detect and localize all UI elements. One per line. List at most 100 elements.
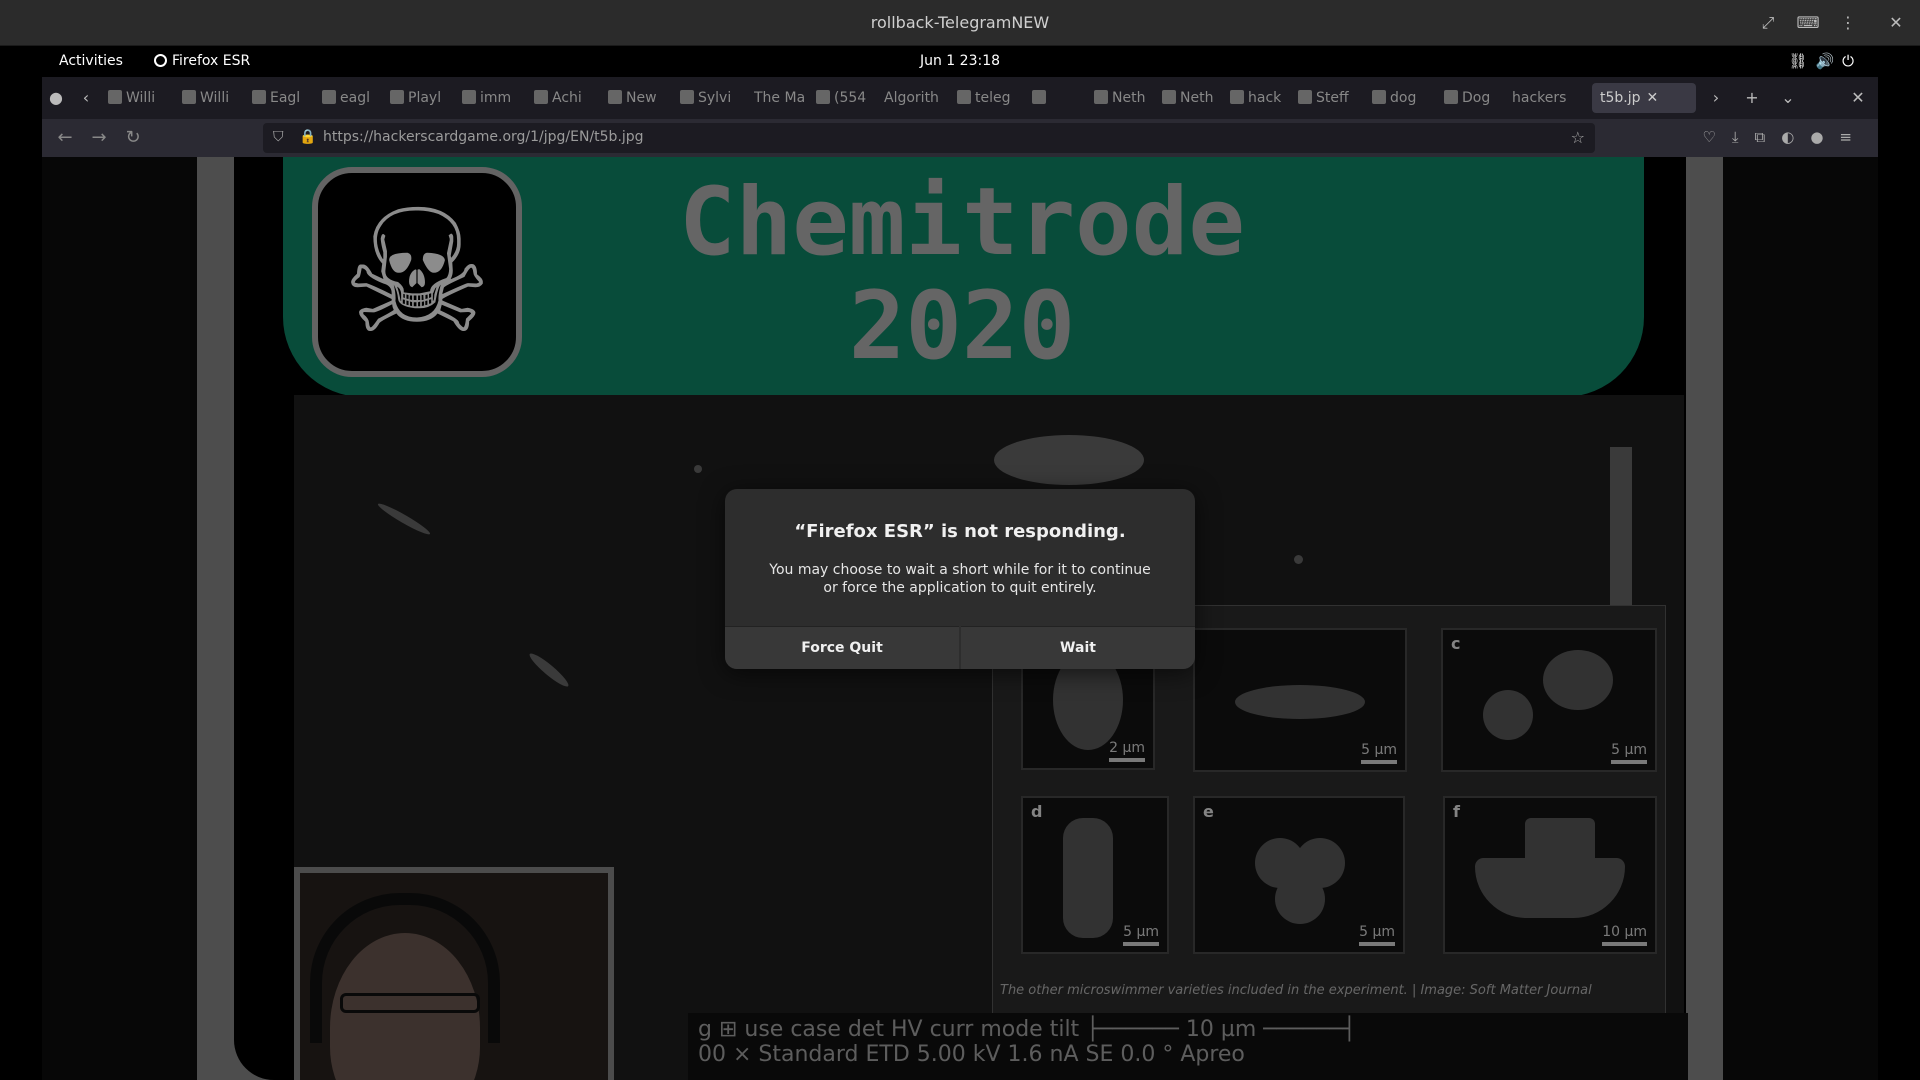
browser-tab[interactable]: imm: [462, 83, 530, 113]
scroll-tabs-left-icon[interactable]: ‹: [72, 83, 100, 113]
browser-tab[interactable]: Sylvi: [680, 83, 750, 113]
google-icon: [1372, 90, 1386, 104]
browser-tab[interactable]: hack: [1230, 83, 1294, 113]
dialog-title: “Firefox ESR” is not responding.: [794, 521, 1126, 542]
browser-tab[interactable]: Willi: [108, 83, 174, 113]
pocket-icon[interactable]: ♡: [1702, 128, 1731, 146]
tab-label: dog: [1390, 90, 1417, 106]
dialog-message: You may choose to wait a short while for…: [769, 562, 1151, 596]
tab-strip: ● ‹ Willi Willi Eagl eagl Playl imm Achi New Syl…: [42, 77, 1878, 119]
keyboard-icon[interactable]: ⌨: [1794, 10, 1822, 36]
browser-tab[interactable]: The Ma: [754, 83, 812, 113]
tab-label: Playl: [408, 90, 442, 106]
url-text[interactable]: https://hackerscardgame.org/1/jpg/EN/t5b…: [323, 129, 644, 145]
wait-button[interactable]: Wait: [961, 626, 1195, 669]
browser-tab[interactable]: dog: [1372, 83, 1440, 113]
force-quit-button[interactable]: Force Quit: [725, 626, 959, 669]
forward-icon[interactable]: →: [86, 126, 112, 150]
tab-label: Eagl: [270, 90, 301, 106]
tab-label: teleg: [975, 90, 1011, 106]
browser-tab[interactable]: Achi: [534, 83, 604, 113]
browser-tab[interactable]: [1032, 83, 1090, 113]
browser-tab[interactable]: hackers: [1512, 83, 1590, 113]
firefox-view-icon[interactable]: ●: [42, 83, 70, 113]
page-icon: [1094, 90, 1108, 104]
tab-label: Neth: [1180, 90, 1214, 106]
shield-icon[interactable]: ⛉: [273, 129, 284, 145]
tab-label: Willi: [126, 90, 156, 106]
browser-tab[interactable]: Eagl: [252, 83, 318, 113]
browser-tab[interactable]: Playl: [390, 83, 458, 113]
system-tray[interactable]: ⛓🔊⏻: [1788, 52, 1862, 70]
close-window-icon[interactable]: ✕: [1844, 83, 1872, 113]
lock-icon[interactable]: 🔒: [299, 129, 316, 145]
ublock-icon[interactable]: ●: [1810, 128, 1839, 146]
url-bar[interactable]: ⛉ 🔒 https://hackerscardgame.org/1/jpg/EN…: [263, 123, 1595, 153]
new-tab-icon[interactable]: +: [1738, 83, 1766, 113]
tab-label: The Ma: [754, 90, 806, 106]
firefox-icon: [608, 90, 622, 104]
google-icon: [322, 90, 336, 104]
browser-tab[interactable]: teleg: [957, 83, 1027, 113]
tab-label: Neth: [1112, 90, 1146, 106]
browser-tab[interactable]: Neth: [1094, 83, 1158, 113]
tab-label: imm: [480, 90, 512, 106]
tab-label: hack: [1248, 90, 1282, 106]
back-icon[interactable]: ←: [52, 126, 78, 150]
menu-icon[interactable]: ⋮: [1834, 10, 1862, 36]
reload-icon[interactable]: ↻: [120, 126, 146, 150]
window-titlebar: rollback-TelegramNEW ⤢ ⌨ ⋮ ✕: [0, 0, 1920, 46]
clock[interactable]: Jun 1 23:18: [42, 53, 1878, 69]
google-icon: [957, 90, 971, 104]
page-icon: [1444, 90, 1458, 104]
tab-label: New: [626, 90, 657, 106]
tab-label: t5b.jp: [1600, 90, 1641, 106]
browser-tab[interactable]: Algorith: [884, 83, 952, 113]
browser-tab[interactable]: Neth: [1162, 83, 1226, 113]
tab-label: hackers: [1512, 90, 1567, 106]
volume-icon: 🔊: [1815, 52, 1843, 70]
network-icon: ⛓: [1788, 52, 1816, 70]
wikipedia-icon: [108, 90, 122, 104]
browser-tab[interactable]: New: [608, 83, 676, 113]
page-icon: [390, 90, 404, 104]
tab-label: Steff: [1316, 90, 1349, 106]
toolbar-icons: ♡⤓⧉◐●≡: [1702, 128, 1868, 146]
page-icon: [1298, 90, 1312, 104]
close-tab-icon[interactable]: ✕: [1647, 90, 1659, 106]
wikipedia-icon: [182, 90, 196, 104]
scroll-tabs-right-icon[interactable]: ›: [1702, 83, 1730, 113]
tab-label: Sylvi: [698, 90, 732, 106]
close-icon[interactable]: ✕: [1882, 10, 1910, 36]
download-icon[interactable]: ⤓: [1732, 128, 1755, 146]
bookmark-star-icon[interactable]: ☆: [1571, 128, 1585, 147]
youtube-icon: [816, 90, 830, 104]
list-all-tabs-icon[interactable]: ⌄: [1774, 83, 1802, 113]
page-icon: [1162, 90, 1176, 104]
browser-tab[interactable]: (554: [816, 83, 880, 113]
wikipedia-icon: [252, 90, 266, 104]
page-icon: [1032, 90, 1046, 104]
tab-label: eagl: [340, 90, 370, 106]
power-icon: ⏻: [1842, 52, 1862, 70]
hamburger-menu-icon[interactable]: ≡: [1839, 128, 1868, 146]
browser-tab[interactable]: eagl: [322, 83, 386, 113]
addon-icon[interactable]: ◐: [1781, 128, 1810, 146]
nav-bar: ← → ↻ ⛉ 🔒 https://hackerscardgame.org/1/…: [42, 119, 1878, 157]
tab-label: (554: [834, 90, 867, 106]
browser-tab[interactable]: Dog: [1444, 83, 1510, 113]
browser-tab[interactable]: Steff: [1298, 83, 1368, 113]
browser-tab[interactable]: Willi: [182, 83, 248, 113]
not-responding-dialog: “Firefox ESR” is not responding. You may…: [725, 489, 1195, 669]
page-icon: [534, 90, 548, 104]
tab-label: Willi: [200, 90, 230, 106]
tab-label: Algorith: [884, 90, 939, 106]
gnome-top-bar: Activities Firefox ESR Jun 1 23:18 ⛓🔊⏻: [42, 47, 1878, 77]
google-icon: [462, 90, 476, 104]
page-icon: [680, 90, 694, 104]
github-icon: [1230, 90, 1244, 104]
expand-icon[interactable]: ⤢: [1754, 10, 1782, 36]
browser-tab[interactable]: t5b.jp ✕: [1592, 83, 1696, 113]
extensions-icon[interactable]: ⧉: [1755, 128, 1782, 146]
tab-label: Achi: [552, 90, 582, 106]
